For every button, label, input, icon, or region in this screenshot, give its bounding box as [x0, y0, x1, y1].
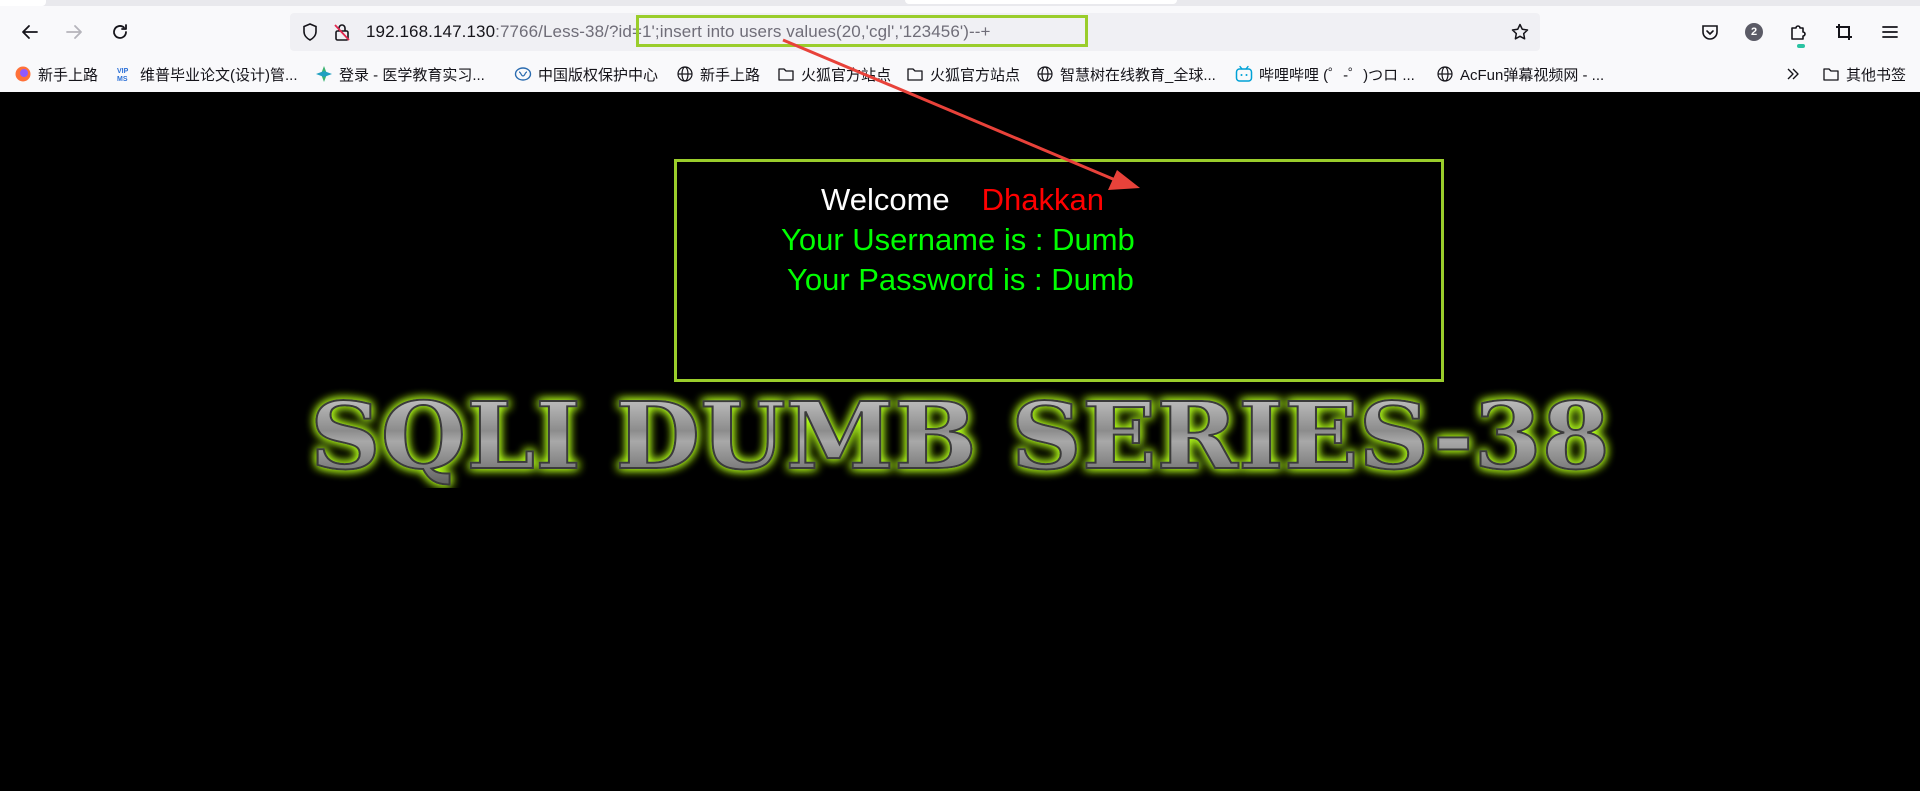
bookmarks-overflow-button[interactable]: [1784, 60, 1808, 88]
extensions-button[interactable]: [1786, 20, 1810, 44]
url-host: 192.168.147.130: [366, 22, 496, 41]
forward-button[interactable]: [58, 16, 90, 48]
user-name: Dhakkan: [981, 182, 1104, 217]
bookmark-item[interactable]: 登录 - 医学教育实习...: [315, 60, 485, 88]
vip-icon: VIP MS: [116, 65, 134, 83]
banner-text: SQLI DUMB SERIES-38: [310, 382, 1610, 488]
extension-indicator: [1797, 44, 1805, 48]
pocket-button[interactable]: [1698, 20, 1722, 44]
puzzle-icon: [1791, 25, 1806, 40]
welcome-text: Welcome: [821, 182, 950, 217]
page-content: Welcome Dhakkan Your Username is : Dumb Y…: [0, 92, 1920, 791]
arrow-right-icon: [66, 25, 82, 39]
insecure-lock-icon[interactable]: [332, 22, 352, 42]
pocket-icon: [1702, 25, 1718, 40]
tab-strip: [0, 0, 1920, 6]
welcome-line: Welcome Dhakkan: [821, 182, 1585, 218]
globe-icon: [676, 65, 694, 83]
bookmarks-toolbar: 新手上路 VIP MS 维普毕业论文(设计)管... 登录 - 医学教育实习...…: [0, 60, 1920, 88]
bookmark-item[interactable]: 火狐官方站点: [906, 60, 1020, 88]
reload-icon: [113, 24, 127, 39]
crop-icon: [1836, 24, 1852, 40]
folder-icon: [777, 65, 795, 83]
firefox-icon: [14, 65, 32, 83]
password-line: Your Password is : Dumb: [787, 262, 1134, 297]
bookmark-item[interactable]: 哔哩哔哩 (゜-゜)つロ ...: [1235, 60, 1415, 88]
globe-icon: [1436, 65, 1454, 83]
url-highlight-box: [636, 15, 1088, 47]
reload-button[interactable]: [104, 16, 136, 48]
chevron-double-right-icon: [1784, 65, 1802, 83]
hamburger-menu-icon: [1882, 26, 1898, 38]
result-box: Welcome Dhakkan Your Username is : Dumb Y…: [674, 159, 1444, 382]
tab[interactable]: [0, 0, 46, 6]
svg-text:VIP: VIP: [117, 68, 129, 75]
bookmark-item[interactable]: VIP MS 维普毕业论文(设计)管...: [116, 60, 298, 88]
star-icon[interactable]: [1510, 22, 1530, 42]
menu-button[interactable]: [1878, 20, 1902, 44]
back-button[interactable]: [14, 16, 46, 48]
bookmark-item[interactable]: 火狐官方站点: [777, 60, 891, 88]
folder-icon: [906, 65, 924, 83]
username-line: Your Username is : Dumb: [781, 222, 1135, 257]
page-title-banner: SQLI DUMB SERIES-38: [309, 381, 1611, 488]
other-bookmarks[interactable]: 其他书签: [1822, 60, 1906, 88]
brain-icon: [514, 65, 532, 83]
bookmark-item[interactable]: 新手上路: [14, 60, 98, 88]
extensions-badge: 2: [1745, 23, 1763, 41]
arrow-left-icon: [22, 25, 38, 39]
globe-icon: [1036, 65, 1054, 83]
tab-preview: [905, 0, 1177, 4]
bilibili-icon: [1235, 65, 1253, 83]
bookmark-item[interactable]: 中国版权保护中心: [514, 60, 658, 88]
bookmark-item[interactable]: AcFun弹幕视频网 - ...: [1436, 60, 1604, 88]
bookmark-item[interactable]: 新手上路: [676, 60, 760, 88]
medical-icon: [315, 65, 333, 83]
account-button[interactable]: 2: [1742, 20, 1766, 44]
browser-chrome: 192.168.147.130:7766/Less-38/?id=1';inse…: [0, 0, 1920, 92]
bookmark-item[interactable]: 智慧树在线教育_全球...: [1036, 60, 1216, 88]
folder-icon: [1822, 65, 1840, 83]
svg-text:MS: MS: [117, 76, 128, 83]
shield-icon[interactable]: [300, 22, 320, 42]
crop-button[interactable]: [1832, 20, 1856, 44]
